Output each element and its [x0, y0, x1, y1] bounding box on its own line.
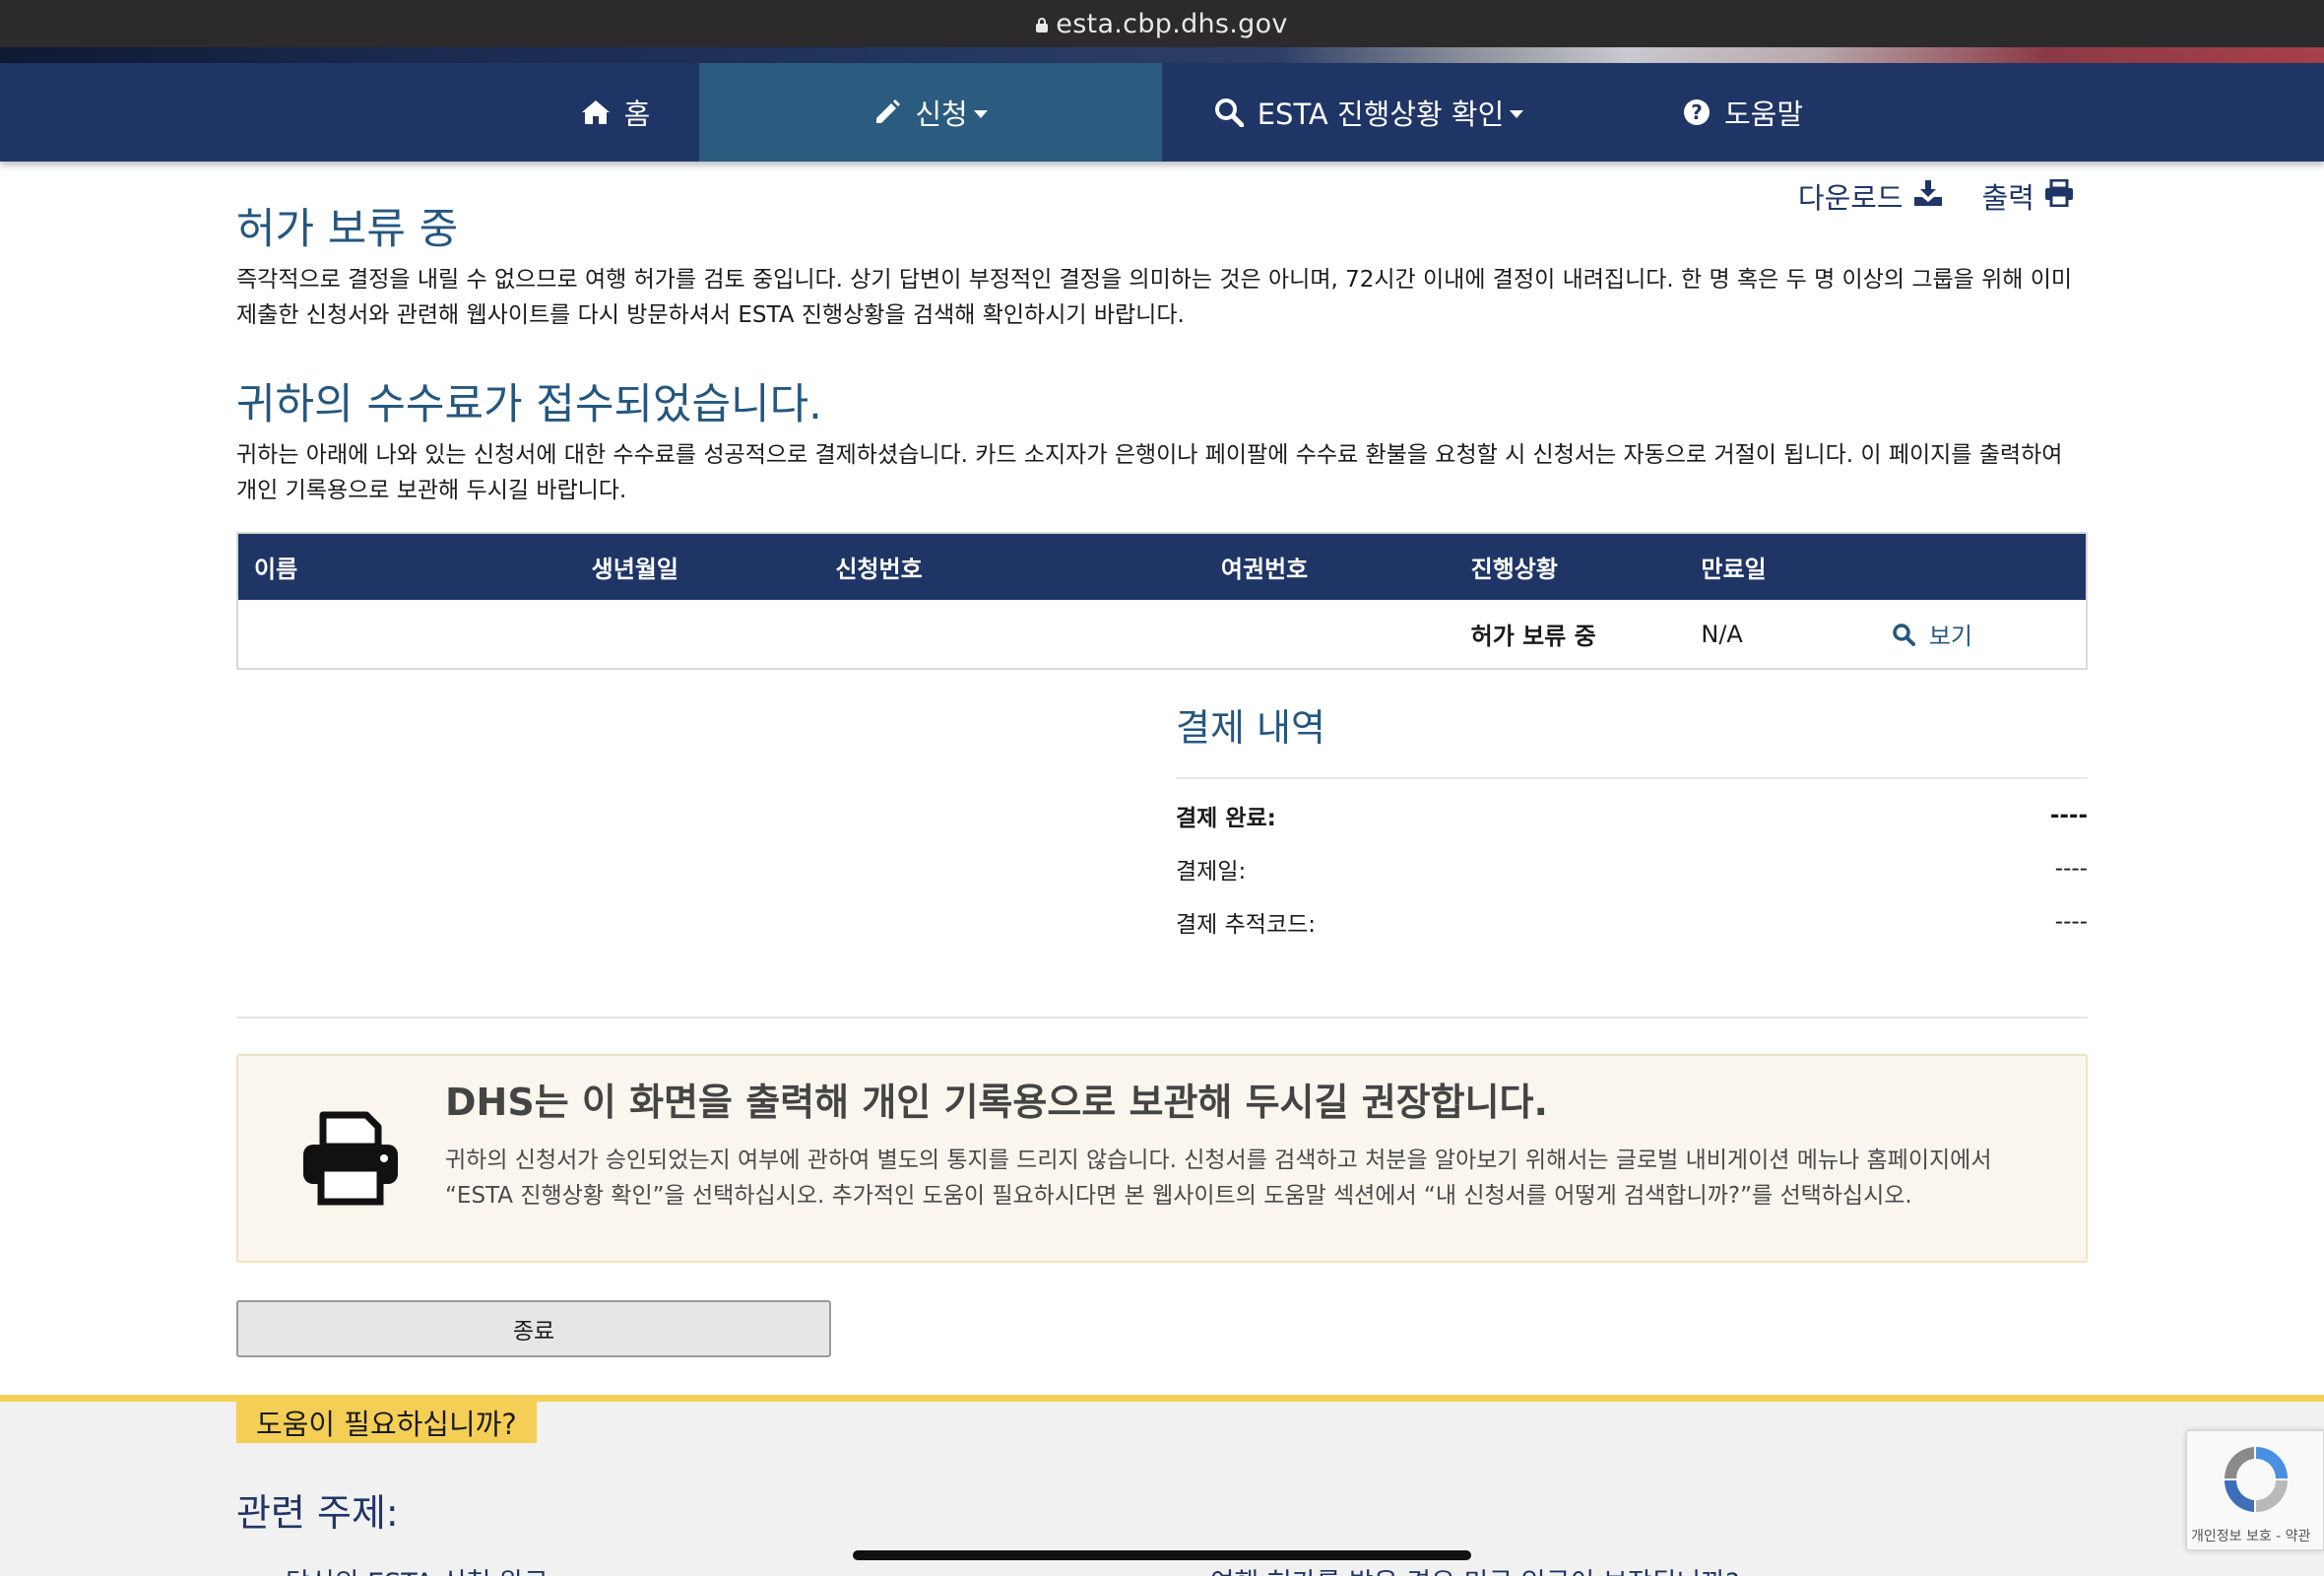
nav-check-status-label: ESTA 진행상황 확인 [1257, 98, 1505, 131]
cell-name [237, 600, 576, 669]
status-title: 허가 보류 중 [236, 205, 459, 254]
related-topics-title: 관련 주제: [236, 1491, 399, 1535]
search-icon [1214, 98, 1244, 127]
home-indicator [853, 1550, 1471, 1560]
fee-description: 귀하는 아래에 나와 있는 신청서에 대한 수수료를 성공적으로 결제하셨습니다… [236, 442, 2063, 503]
notice-title: DHS는 이 화면을 출력해 개인 기록용으로 보관해 두시길 권장합니다. [445, 1081, 1548, 1124]
related-link-complete-esta[interactable]: 당신의 ESTA 신청 완료 [286, 1561, 549, 1576]
chevron-down-icon [1510, 110, 1524, 118]
payment-details: 결제 내역 결제 완료: ---- 결제일: ---- 결제 추적코드: ---… [1176, 697, 2088, 949]
download-label: 다운로드 [1797, 181, 1904, 215]
payment-date-value: ---- [2054, 856, 2088, 882]
col-app-number: 신청번호 [835, 556, 923, 583]
nav-help[interactable]: ? 도움말 [1576, 63, 1910, 162]
fee-title: 귀하의 수수료가 접수되었습니다. [236, 380, 822, 429]
download-button[interactable]: 다운로드 [1798, 175, 1943, 217]
col-name: 이름 [254, 556, 298, 583]
nav-check-status[interactable]: ESTA 진행상황 확인 [1162, 63, 1576, 162]
cell-app-number [819, 600, 1205, 669]
payment-tracking-label: 결제 추적코드: [1176, 912, 1317, 938]
cell-dob [576, 600, 820, 669]
payment-date-label: 결제일: [1176, 859, 1247, 885]
nav-home-label: 홈 [623, 98, 651, 131]
related-link-entry-guarantee[interactable]: ➜ 여행 허가를 받은 경우 미국 입국이 보장됩니까? [1178, 1561, 1739, 1576]
print-notice: DHS는 이 화면을 출력해 개인 기록용으로 보관해 두시길 권장합니다. 귀… [236, 1054, 2088, 1263]
chevron-down-icon [973, 110, 988, 118]
nav-apply-label: 신청 [915, 98, 968, 131]
nav-apply[interactable]: 신청 [699, 63, 1162, 162]
print-label: 출력 [1981, 181, 2034, 215]
question-circle-icon: ? [1683, 98, 1711, 126]
col-status: 진행상황 [1470, 556, 1558, 583]
close-button[interactable]: 종료 [236, 1300, 831, 1357]
payment-complete-value: ---- [2049, 803, 2088, 828]
cell-status: 허가 보류 중 [1470, 623, 1596, 650]
page-toolbar: 다운로드 출력 [1798, 175, 2074, 217]
col-dob: 생년월일 [591, 556, 678, 583]
cell-passport [1205, 600, 1455, 669]
browser-url-bar[interactable]: esta.cbp.dhs.gov [0, 0, 2324, 47]
application-table-wrapper: 이름 생년월일 신청번호 여권번호 진행상황 만료일 허가 보류 중 N/A 보… [236, 532, 2088, 670]
section-divider [236, 1017, 2088, 1018]
home-icon [581, 99, 611, 125]
payment-title: 결제 내역 [1176, 706, 1325, 750]
arrow-right-icon: ➜ [1178, 1568, 1200, 1576]
search-icon [1892, 623, 1916, 652]
status-description: 즉각적으로 결정을 내릴 수 없으므로 여행 허가를 검토 중입니다. 상기 답… [236, 267, 2073, 328]
lock-icon [1036, 17, 1049, 33]
printer-icon [2044, 178, 2074, 214]
nav-home[interactable]: 홈 [532, 63, 699, 162]
payment-tracking-value: ---- [2054, 909, 2088, 935]
recaptcha-badge[interactable]: 개인정보 보호 - 약관 [2186, 1430, 2324, 1550]
recaptcha-logo-icon [2217, 1441, 2295, 1522]
download-icon [1913, 179, 1943, 214]
main-nav: 홈 신청 ESTA 진행상황 확인 ? 도움말 [0, 63, 2324, 162]
payment-rows: 결제 완료: ---- 결제일: ---- 결제 추적코드: ---- [1176, 777, 2088, 949]
notice-body: 귀하의 신청서가 승인되었는지 여부에 관하여 별도의 통지를 드리지 않습니다… [445, 1148, 1992, 1209]
url-text: esta.cbp.dhs.gov [1056, 8, 1288, 39]
table-header-row: 이름 생년월일 신청번호 여권번호 진행상황 만료일 [237, 533, 2087, 600]
col-expiry: 만료일 [1701, 556, 1767, 583]
nav-help-label: 도움말 [1723, 98, 1804, 131]
view-link[interactable]: 보기 [1876, 600, 2087, 669]
pencil-icon [873, 98, 901, 126]
payment-tracking-row: 결제 추적코드: ---- [1176, 895, 2088, 949]
payment-complete-label: 결제 완료: [1176, 806, 1276, 831]
related-link-entry-guarantee-label: 여행 허가를 받은 경우 미국 입국이 보장됩니까? [1210, 1568, 1740, 1576]
help-tag: 도움이 필요하십니까? [236, 1402, 537, 1443]
application-table: 이름 생년월일 신청번호 여권번호 진행상황 만료일 허가 보류 중 N/A 보… [236, 532, 2088, 670]
view-link-label: 보기 [1928, 622, 1972, 650]
cell-expiry: N/A [1701, 620, 1743, 648]
col-actions [1876, 533, 2087, 600]
printer-icon [301, 1111, 400, 1210]
table-row: 허가 보류 중 N/A 보기 [237, 600, 2087, 669]
header-banner-image [0, 47, 2324, 63]
print-button[interactable]: 출력 [1982, 175, 2074, 217]
recaptcha-privacy-terms[interactable]: 개인정보 보호 - 약관 [2191, 1526, 2310, 1545]
help-section: 도움이 필요하십니까? 관련 주제: 당신의 ESTA 신청 완료 ➜ 여행 허가… [0, 1395, 2324, 1576]
col-passport: 여권번호 [1220, 556, 1309, 583]
payment-complete-row: 결제 완료: ---- [1176, 789, 2088, 842]
svg-text:?: ? [1691, 100, 1703, 124]
payment-date-row: 결제일: ---- [1176, 842, 2088, 895]
